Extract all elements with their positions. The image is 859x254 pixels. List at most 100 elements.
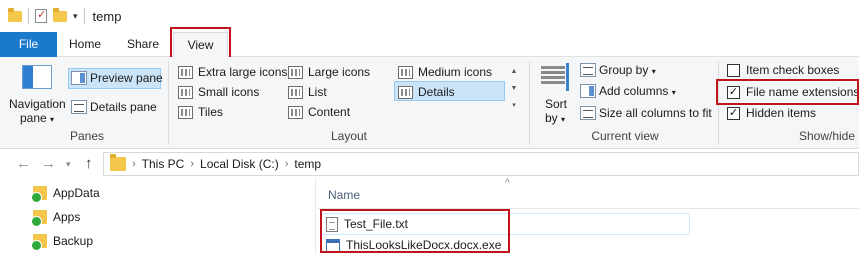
expand-layout-icon[interactable]: ▾ — [508, 97, 520, 114]
nav-item-appdata[interactable]: AppData — [31, 186, 100, 203]
file-name-extensions-checkbox[interactable]: ✓ — [727, 86, 740, 99]
add-columns-button[interactable]: Add columns ▾ — [599, 84, 676, 98]
details-label: Details — [418, 85, 455, 99]
list-icon — [288, 85, 303, 99]
extra-large-icons-label: Extra large icons — [198, 65, 288, 79]
file-row[interactable]: Test_File.txt — [326, 214, 408, 234]
folder-icon — [8, 7, 22, 22]
nav-item-label: Backup — [53, 234, 94, 248]
preview-pane-button[interactable]: Preview pane — [90, 71, 163, 85]
layout-list[interactable]: List — [288, 83, 327, 101]
up-arrow-icon[interactable]: ↑ — [85, 155, 93, 172]
customize-dropdown-icon[interactable]: ▾ — [73, 11, 78, 22]
item-check-boxes-checkbox[interactable] — [727, 64, 740, 77]
toolbar-divider — [83, 8, 85, 24]
chevron-down-icon: ▾ — [50, 115, 55, 124]
list-label: List — [308, 85, 327, 99]
file-name: ThisLooksLikeDocx.docx.exe — [346, 238, 502, 252]
folder-icon — [110, 154, 126, 171]
synced-folder-icon — [31, 186, 47, 203]
sort-by-button-line2[interactable]: by ▾ — [545, 111, 565, 125]
address-bar-row: ← → ▾ ↑ › This PC › Local Disk (C:) › te… — [0, 150, 859, 178]
synced-folder-icon — [31, 210, 47, 227]
file-list-pane: ^ Name Test_File.txt ThisLooksLikeDocx.d… — [310, 178, 859, 254]
size-columns-icon — [580, 106, 596, 120]
breadcrumb-this-pc[interactable]: This PC — [142, 157, 185, 171]
file-name-extensions-label: File name extensions — [746, 85, 859, 99]
content-label: Content — [308, 105, 351, 119]
navigation-pane-button-line2[interactable]: pane ▾ — [20, 111, 54, 125]
navigation-pane-label-2: pane — [20, 111, 47, 125]
chevron-down-icon: ▾ — [561, 115, 566, 124]
navigation-pane: AppData Apps Backup — [0, 178, 310, 254]
tiles-icon — [178, 105, 193, 119]
pane-divider[interactable] — [315, 178, 316, 254]
navigation-pane-button[interactable]: Navigation — [9, 97, 66, 111]
medium-icons-icon — [398, 65, 413, 79]
layout-content[interactable]: Content — [288, 103, 350, 121]
layout-medium-icons[interactable]: Medium icons — [398, 63, 492, 81]
nav-item-apps[interactable]: Apps — [31, 210, 81, 227]
breadcrumb-separator-icon[interactable]: › — [190, 158, 194, 170]
sort-by-label-2: by — [545, 111, 558, 125]
layout-tiles[interactable]: Tiles — [178, 103, 223, 121]
add-columns-icon — [580, 84, 596, 98]
group-by-label: Group by — [599, 63, 649, 77]
scroll-down-icon[interactable]: ▼ — [508, 80, 520, 97]
sort-by-icon[interactable] — [541, 64, 565, 90]
show-hide-group-label: Show/hide — [798, 129, 856, 143]
layout-large-icons[interactable]: Large icons — [288, 63, 370, 81]
address-box[interactable]: › This PC › Local Disk (C:) › temp — [103, 152, 859, 176]
title-bar: ▾ temp — [0, 0, 859, 32]
file-row[interactable]: ThisLooksLikeDocx.docx.exe — [326, 235, 501, 254]
details-pane-button[interactable]: Details pane — [90, 100, 157, 114]
breadcrumb-separator-icon[interactable]: › — [132, 158, 136, 170]
current-view-group-label: Current view — [591, 129, 659, 143]
column-header-name[interactable]: Name — [328, 188, 360, 202]
details-pane-icon — [71, 100, 87, 114]
nav-item-backup[interactable]: Backup — [31, 234, 94, 251]
forward-arrow-icon[interactable]: → — [41, 155, 56, 172]
small-icons-label: Small icons — [198, 85, 260, 99]
layout-extra-large-icons[interactable]: Extra large icons — [178, 63, 287, 81]
large-icons-label: Large icons — [308, 65, 371, 79]
window-title: temp — [92, 8, 122, 24]
hidden-items-checkbox[interactable]: ✓ — [727, 107, 740, 120]
panes-group-label: Panes — [69, 129, 105, 143]
group-by-icon — [580, 63, 596, 77]
nav-item-label: Apps — [53, 210, 81, 224]
file-name: Test_File.txt — [344, 217, 409, 231]
properties-icon[interactable] — [35, 8, 47, 23]
nav-item-label: AppData — [53, 186, 100, 200]
navigation-pane-icon[interactable] — [22, 65, 52, 89]
hidden-items-label: Hidden items — [746, 106, 817, 120]
chevron-down-icon: ▾ — [671, 88, 676, 97]
breadcrumb-local-disk[interactable]: Local Disk (C:) — [200, 157, 279, 171]
item-check-boxes-label: Item check boxes — [746, 63, 840, 77]
tab-file[interactable]: File — [0, 32, 57, 57]
synced-folder-icon — [31, 234, 47, 251]
tab-view[interactable]: View — [173, 32, 228, 58]
preview-pane-icon — [71, 71, 87, 85]
back-arrow-icon[interactable]: ← — [16, 155, 31, 172]
new-folder-icon[interactable] — [53, 7, 67, 22]
tab-share[interactable]: Share — [113, 32, 173, 57]
layout-small-icons[interactable]: Small icons — [178, 83, 259, 101]
layout-scroll[interactable]: ▲ ▼ ▾ — [508, 63, 520, 117]
sort-arrow-icon — [566, 63, 569, 91]
text-file-icon — [326, 216, 338, 232]
header-divider — [318, 208, 859, 209]
recent-dropdown-icon[interactable]: ▾ — [66, 159, 71, 170]
scroll-up-icon[interactable]: ▲ — [508, 63, 520, 80]
layout-group-label: Layout — [330, 129, 368, 143]
tab-home[interactable]: Home — [57, 32, 113, 57]
breadcrumb-temp[interactable]: temp — [294, 157, 321, 171]
group-divider — [529, 61, 530, 145]
size-all-columns-button[interactable]: Size all columns to fit — [599, 106, 712, 120]
layout-details[interactable]: Details — [398, 83, 455, 101]
sort-by-button[interactable]: Sort — [545, 97, 567, 111]
extra-large-icons-icon — [178, 65, 193, 79]
group-by-button[interactable]: Group by ▾ — [599, 63, 656, 77]
group-divider — [168, 61, 169, 145]
breadcrumb-separator-icon[interactable]: › — [285, 158, 289, 170]
